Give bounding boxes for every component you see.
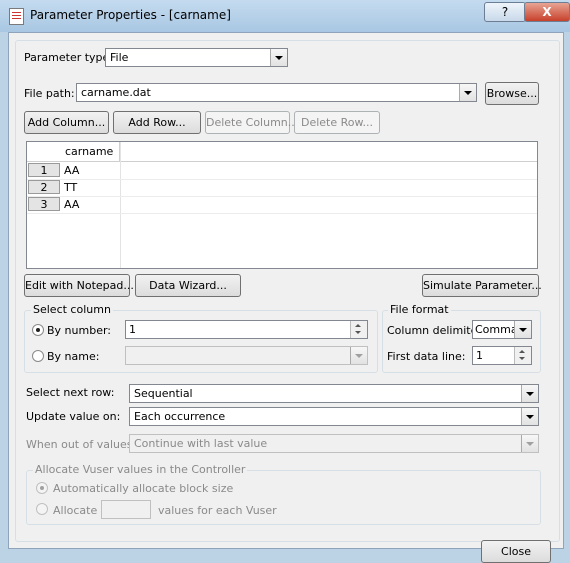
parameter-type-value: File <box>110 51 129 64</box>
column-header-carname[interactable]: carname <box>62 142 120 161</box>
chevron-down-icon[interactable] <box>514 321 531 338</box>
close-button[interactable]: Close <box>481 540 551 563</box>
table-row[interactable]: 3 AA <box>27 196 537 214</box>
by-name-radio[interactable] <box>32 350 44 362</box>
cell-value[interactable]: AA <box>64 164 79 177</box>
update-value-on-label: Update value on: <box>26 410 121 423</box>
select-next-row-value: Sequential <box>134 387 193 400</box>
file-path-label: File path: <box>24 87 75 100</box>
add-column-button[interactable]: Add Column... <box>24 111 109 134</box>
cell-value[interactable]: TT <box>64 181 77 194</box>
select-next-row-label: Select next row: <box>26 386 115 399</box>
browse-button[interactable]: Browse... <box>485 82 539 105</box>
column-delimiter-select[interactable]: Comma <box>472 320 532 339</box>
chevron-down-icon[interactable] <box>270 49 287 66</box>
by-name-label[interactable]: By name: <box>47 350 99 363</box>
table-row[interactable]: 2 TT <box>27 179 537 197</box>
chevron-down-icon[interactable] <box>459 84 476 101</box>
allocate-suffix-label: values for each Vuser <box>158 504 277 517</box>
first-data-line-spinner[interactable]: 1 <box>472 346 532 365</box>
delete-column-button[interactable]: Delete Column... <box>205 111 298 134</box>
column-delimiter-label: Column delimiter: <box>387 324 486 337</box>
chevron-down-icon[interactable] <box>521 385 538 402</box>
out-of-values-select[interactable]: Continue with last value <box>129 434 539 453</box>
data-wizard-button[interactable]: Data Wizard... <box>135 274 241 297</box>
chevron-down-icon[interactable] <box>350 347 367 364</box>
allocate-label: Allocate <box>53 504 98 517</box>
table-header: carname <box>27 142 537 162</box>
by-number-label[interactable]: By number: <box>47 324 111 337</box>
window-title: Parameter Properties - [carname] <box>30 8 231 22</box>
column-delimiter-value: Comma <box>475 323 518 336</box>
delete-row-button[interactable]: Delete Row... <box>294 111 380 134</box>
out-of-values-label: When out of values: <box>26 438 137 451</box>
file-path-select[interactable]: carname.dat <box>76 83 477 102</box>
dialog-client: Parameter type: File File path: carname.… <box>8 32 564 563</box>
select-next-row-select[interactable]: Sequential <box>129 384 539 403</box>
title-bar: Parameter Properties - [carname] ? X <box>0 0 570 32</box>
spinner-arrows-icon[interactable] <box>514 347 531 364</box>
by-number-radio[interactable] <box>32 324 44 336</box>
update-value-on-value: Each occurrence <box>134 410 226 423</box>
row-number[interactable]: 3 <box>28 197 60 211</box>
column-number-value: 1 <box>129 323 136 336</box>
select-column-title: Select column <box>31 303 113 316</box>
simulate-parameter-button[interactable]: Simulate Parameter... <box>422 274 542 297</box>
row-number[interactable]: 1 <box>28 163 60 177</box>
column-name-select[interactable] <box>125 346 368 365</box>
parameter-document-icon <box>9 8 24 25</box>
chevron-down-icon[interactable] <box>521 435 538 452</box>
auto-allocate-label: Automatically allocate block size <box>53 482 234 495</box>
allocate-group-title: Allocate Vuser values in the Controller <box>33 463 248 476</box>
parameter-type-select[interactable]: File <box>105 48 288 67</box>
spinner-arrows-icon[interactable] <box>350 321 367 338</box>
data-table[interactable]: carname 1 AA 2 TT 3 AA <box>26 141 538 269</box>
cell-value[interactable]: AA <box>64 198 79 211</box>
allocate-radio[interactable] <box>36 503 48 515</box>
file-format-title: File format <box>388 303 451 316</box>
parameter-type-label: Parameter type: <box>24 51 114 64</box>
row-number[interactable]: 2 <box>28 180 60 194</box>
column-number-spinner[interactable]: 1 <box>125 320 368 339</box>
file-path-value: carname.dat <box>81 86 151 99</box>
update-value-on-select[interactable]: Each occurrence <box>129 407 539 426</box>
add-row-button[interactable]: Add Row... <box>113 111 201 134</box>
out-of-values-value: Continue with last value <box>134 437 268 450</box>
auto-allocate-radio[interactable] <box>36 482 48 494</box>
first-data-line-label: First data line: <box>387 350 466 363</box>
close-window-button[interactable]: X <box>524 2 570 22</box>
allocate-count-input[interactable] <box>101 500 151 519</box>
chevron-down-icon[interactable] <box>521 408 538 425</box>
help-button[interactable]: ? <box>484 2 526 22</box>
first-data-line-value: 1 <box>476 349 483 362</box>
table-row[interactable]: 1 AA <box>27 162 537 180</box>
edit-with-notepad-button[interactable]: Edit with Notepad... <box>24 274 134 297</box>
